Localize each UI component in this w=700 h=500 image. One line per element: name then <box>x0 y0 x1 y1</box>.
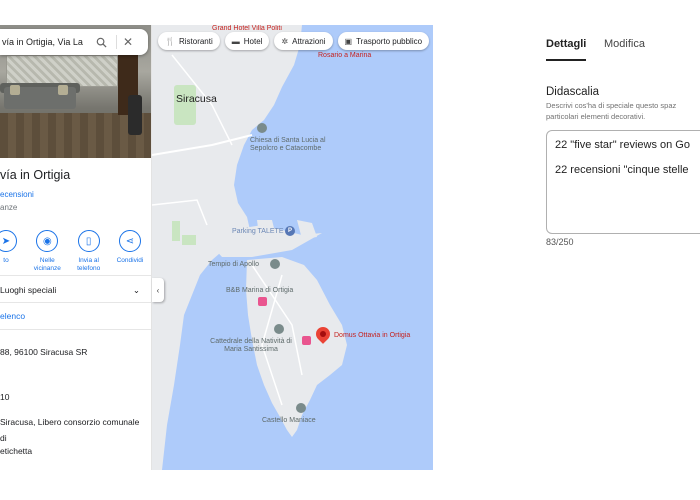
reviews-link[interactable]: ecensioni <box>0 190 34 199</box>
chip-restaurants[interactable]: 🍴 Ristoranti <box>158 32 220 50</box>
photo-editor-panel: Dettagli Modifica Didascalia Descrivi co… <box>510 0 700 500</box>
nearby-icon: ◉ <box>36 230 59 252</box>
send-to-phone-button[interactable]: ▯ Invia al telefono <box>71 230 107 273</box>
tab-details[interactable]: Dettagli <box>546 38 587 61</box>
hotel-marker-icon[interactable] <box>302 336 311 345</box>
close-icon[interactable]: ✕ <box>123 35 133 49</box>
attractions-icon: ✲ <box>281 36 289 46</box>
map-label-parking[interactable]: Parking TALETE <box>232 228 284 235</box>
directions-icon: ➤ <box>0 230 17 252</box>
hotel-marker-icon[interactable] <box>258 297 267 306</box>
caption-line: 22 "five star" reviews on Go <box>555 139 690 151</box>
phone-number[interactable]: 10 <box>0 392 9 402</box>
caption-textarea[interactable]: 22 "five star" reviews on Go 22 recensio… <box>546 130 700 234</box>
map-label-siracusa: Siracusa <box>176 93 217 105</box>
castle-marker-icon[interactable] <box>296 403 306 413</box>
place-subtype: anze <box>0 203 18 212</box>
share-icon: ⋖ <box>118 230 141 252</box>
map-label-church[interactable]: Chiesa di Santa Lucia al Sepolcro e Cata… <box>250 137 340 154</box>
place-name: vía in Ortigia <box>0 168 71 182</box>
parking-marker-icon[interactable]: P <box>285 226 295 236</box>
map-label-cathedral[interactable]: Cattedrale della Natività di Maria Santi… <box>208 338 294 355</box>
share-button[interactable]: ⋖ Condividi <box>112 230 148 273</box>
phone-icon: ▯ <box>77 230 100 252</box>
search-input[interactable]: vía in Ortigia, Via La <box>0 37 90 47</box>
add-label[interactable]: etichetta <box>0 446 32 456</box>
bed-icon: ▬ <box>231 36 240 46</box>
bus-icon: ▣ <box>344 36 353 46</box>
directions-button[interactable]: ➤ to <box>0 230 24 273</box>
divider <box>0 329 151 330</box>
map-label-hotel[interactable]: Grand Hotel Villa Politi <box>212 25 282 32</box>
nearby-button[interactable]: ◉ Nelle vicinanze <box>29 230 65 273</box>
search-box[interactable]: vía in Ortigia, Via La ✕ <box>0 29 148 55</box>
church-marker-icon[interactable] <box>257 123 267 133</box>
caption-line: 22 recensioni "cinque stelle <box>555 164 689 177</box>
chip-attractions[interactable]: ✲ Attrazioni <box>274 32 333 50</box>
map-label-bnb[interactable]: B&B Marina di Ortigia <box>226 287 293 295</box>
map-canvas <box>152 25 347 470</box>
category-chips: 🍴 Ristoranti ▬ Hotel ✲ Attrazioni ▣ Trasport… <box>158 32 430 50</box>
collapse-panel-button[interactable]: ‹ <box>152 278 164 302</box>
tab-edit[interactable]: Modifica <box>604 38 645 50</box>
caption-description: Descrivi cos'ha di speciale questo spaz … <box>546 101 677 121</box>
chevron-down-icon: ⌄ <box>132 285 140 295</box>
region: Siracusa, Libero consorzio comunale di <box>0 417 140 444</box>
chip-transit[interactable]: ▣ Trasporto pubblico <box>337 32 430 50</box>
map[interactable]: 🍴 Ristoranti ▬ Hotel ✲ Attrazioni ▣ Trasport… <box>152 25 433 470</box>
list-link[interactable]: elenco <box>0 311 25 321</box>
temple-marker-icon[interactable] <box>270 259 280 269</box>
place-panel: vía in Ortigia, Via La ✕ vía in Ortigia … <box>0 25 152 470</box>
action-buttons: ➤ to ◉ Nelle vicinanze ▯ Invia al telefo… <box>0 230 148 273</box>
cathedral-marker-icon[interactable] <box>274 324 284 334</box>
utensils-icon: 🍴 <box>165 36 175 46</box>
map-label-castle[interactable]: Castello Maniace <box>262 417 316 425</box>
address[interactable]: 88, 96100 Siracusa SR <box>0 347 87 357</box>
search-icon[interactable] <box>94 35 108 49</box>
divider <box>0 275 151 276</box>
map-label-domus[interactable]: Domus Ottavia in Ortigia <box>334 332 410 339</box>
character-counter: 83/250 <box>546 237 574 247</box>
divider <box>0 302 151 303</box>
caption-title: Didascalia <box>546 86 600 98</box>
special-places-label: Luoghi speciali <box>0 285 57 295</box>
chip-hotel[interactable]: ▬ Hotel <box>224 32 270 50</box>
map-label-rosario[interactable]: Rosario a Marina <box>318 52 371 59</box>
special-places-dropdown[interactable]: Luoghi speciali ⌄ <box>0 285 140 296</box>
map-label-apollo[interactable]: Tempio di Apollo <box>208 261 259 269</box>
screen: vía in Ortigia, Via La ✕ vía in Ortigia … <box>0 0 700 500</box>
